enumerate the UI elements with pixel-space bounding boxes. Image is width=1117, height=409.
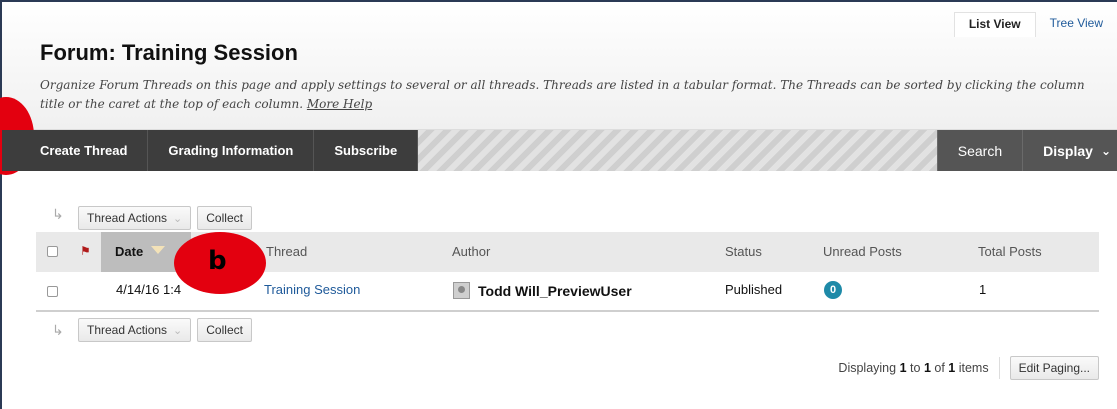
description-text: Organize Forum Threads on this page and … bbox=[40, 78, 1085, 111]
avatar bbox=[453, 282, 470, 299]
thread-link[interactable]: Training Session bbox=[264, 282, 360, 297]
column-date-label: Date bbox=[115, 244, 144, 259]
thread-actions-label-bottom: Thread Actions bbox=[87, 323, 168, 337]
row-checkbox[interactable] bbox=[47, 286, 58, 297]
row-thread: Training Session bbox=[264, 282, 360, 297]
row-date: 4/14/16 1:4 bbox=[116, 282, 182, 297]
paging-from: 1 bbox=[899, 361, 907, 375]
thread-actions-label: Thread Actions bbox=[87, 211, 168, 225]
tab-tree-view[interactable]: Tree View bbox=[1036, 12, 1117, 37]
annotation-marker-b: b bbox=[174, 232, 266, 294]
action-bar: Create Thread Grading Information Subscr… bbox=[2, 130, 1117, 171]
more-help-link[interactable]: More Help bbox=[307, 97, 372, 111]
corner-arrow-icon: ↳ bbox=[52, 206, 64, 222]
paging-text: Displaying 1 to 1 of 1 items bbox=[838, 361, 988, 375]
paging-divider bbox=[998, 357, 1000, 379]
sort-caret-icon[interactable] bbox=[151, 246, 165, 254]
paging-total: 1 bbox=[948, 361, 956, 375]
chevron-down-icon: ⌄ bbox=[1100, 143, 1111, 158]
paging-to-word: to bbox=[910, 361, 921, 375]
thread-actions-button-bottom[interactable]: Thread Actions ⌄ bbox=[78, 318, 192, 342]
column-unread-posts[interactable]: Unread Posts bbox=[823, 244, 902, 259]
collect-button[interactable]: Collect bbox=[197, 206, 252, 230]
double-chevron-down-icon: ⌄ bbox=[173, 212, 183, 225]
subscribe-button[interactable]: Subscribe bbox=[314, 130, 419, 171]
row-status: Published bbox=[725, 282, 783, 297]
display-button[interactable]: Display ⌄ bbox=[1022, 130, 1117, 171]
grading-information-button[interactable]: Grading Information bbox=[148, 130, 315, 171]
corner-arrow-icon-bottom: ↳ bbox=[52, 322, 64, 338]
tab-list-view[interactable]: List View bbox=[953, 12, 1036, 37]
thread-actions-bottom: Thread Actions ⌄ Collect bbox=[78, 318, 252, 342]
thread-actions-top: Thread Actions ⌄ Collect bbox=[78, 206, 252, 230]
edit-paging-button[interactable]: Edit Paging... bbox=[1009, 356, 1099, 380]
unread-count-badge[interactable]: 0 bbox=[824, 281, 842, 299]
display-label: Display bbox=[1043, 142, 1093, 159]
paging-suffix: items bbox=[958, 361, 989, 375]
page-description: Organize Forum Threads on this page and … bbox=[40, 76, 1100, 114]
column-status[interactable]: Status bbox=[725, 244, 762, 259]
column-thread[interactable]: Thread bbox=[266, 244, 307, 259]
select-all-checkbox[interactable] bbox=[47, 246, 58, 257]
search-button[interactable]: Search bbox=[936, 130, 1023, 171]
marker-b-label: b bbox=[208, 246, 227, 276]
column-total-posts[interactable]: Total Posts bbox=[978, 244, 1042, 259]
paging-info: Displaying 1 to 1 of 1 items Edit Paging… bbox=[838, 356, 1099, 380]
collect-button-bottom[interactable]: Collect bbox=[197, 318, 252, 342]
paging-prefix: Displaying bbox=[838, 361, 897, 375]
page-header: List View Tree View Forum: Training Sess… bbox=[2, 2, 1117, 130]
paging-to: 1 bbox=[923, 361, 931, 375]
page-title: Forum: Training Session bbox=[40, 40, 298, 65]
column-author[interactable]: Author bbox=[452, 244, 490, 259]
view-tabs: List View Tree View bbox=[953, 12, 1117, 37]
paging-of-word: of bbox=[934, 361, 945, 375]
flag-icon[interactable]: ⚑ bbox=[80, 244, 91, 258]
double-chevron-down-icon: ⌄ bbox=[173, 324, 183, 337]
search-label: Search bbox=[957, 142, 1003, 159]
create-thread-button[interactable]: Create Thread bbox=[2, 130, 149, 171]
thread-actions-button[interactable]: Thread Actions ⌄ bbox=[78, 206, 192, 230]
row-author: Todd Will_PreviewUser bbox=[478, 283, 632, 299]
action-bar-filler bbox=[418, 130, 937, 171]
row-total-posts: 1 bbox=[979, 282, 987, 297]
